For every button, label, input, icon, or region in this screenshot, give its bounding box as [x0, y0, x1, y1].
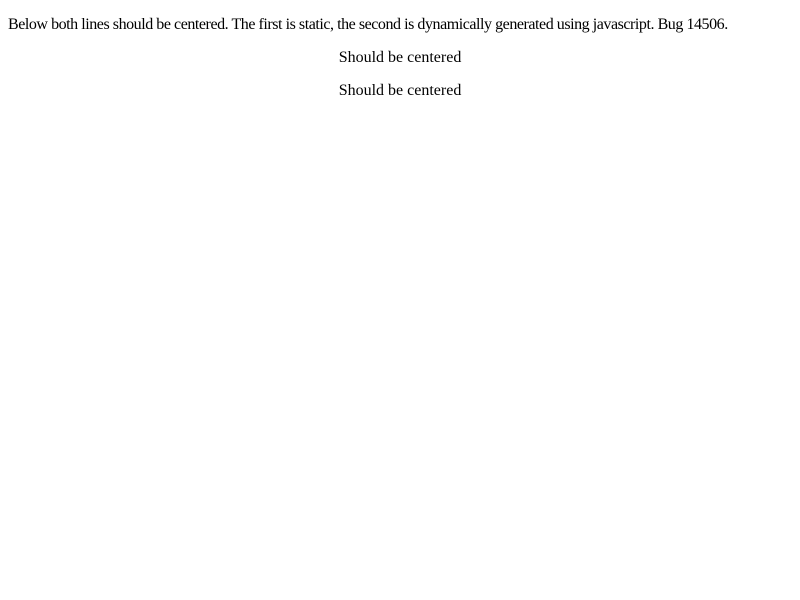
test-page: Below both lines should be centered. The… [8, 16, 792, 600]
static-centered-line: Should be centered [338, 49, 462, 66]
dynamic-centered-line: Should be centered [338, 82, 462, 99]
intro-paragraph: Below both lines should be centered. The… [8, 16, 728, 33]
